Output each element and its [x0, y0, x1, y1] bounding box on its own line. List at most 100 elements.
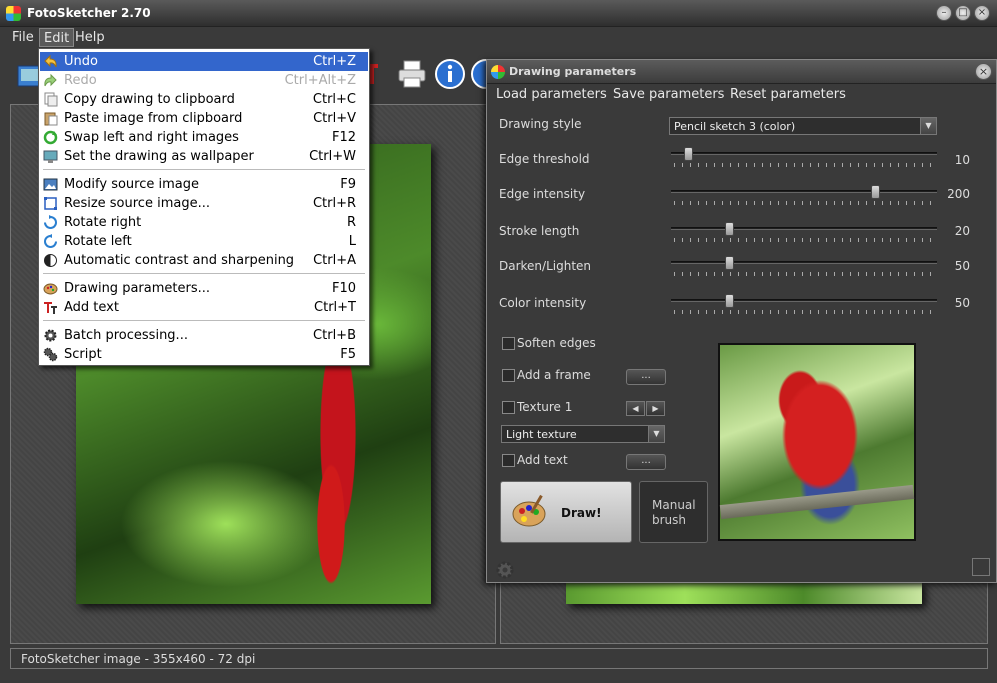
- undo-icon: [44, 54, 57, 68]
- slider-thumb[interactable]: [725, 256, 734, 270]
- slider-thumb[interactable]: [725, 222, 734, 236]
- add-text-label: Add text: [517, 453, 568, 467]
- menu-item-script[interactable]: Script F5: [40, 345, 368, 364]
- settings-gear-icon[interactable]: [495, 560, 515, 580]
- drawing-style-select[interactable]: Pencil sketch 3 (color) ▼: [669, 117, 937, 135]
- app-logo-icon: [6, 6, 21, 21]
- manual-brush-label: Manual brush: [652, 498, 696, 527]
- add-text-checkbox[interactable]: [502, 454, 515, 467]
- menu-separator: [43, 273, 365, 274]
- minimize-button[interactable]: –: [936, 5, 952, 21]
- menu-item-modify-source[interactable]: Modify source image F9: [40, 175, 368, 194]
- draw-button-label: Draw!: [561, 506, 602, 520]
- swap-icon: [43, 130, 58, 145]
- menu-separator: [43, 169, 365, 170]
- add-frame-label: Add a frame: [517, 368, 591, 382]
- edge-intensity-slider[interactable]: [671, 185, 937, 207]
- menu-edit[interactable]: Edit: [39, 28, 75, 47]
- texture-prev-button[interactable]: ◀: [626, 401, 645, 416]
- palette-icon: [512, 494, 546, 527]
- texture-select[interactable]: Light texture ▼: [501, 425, 665, 443]
- drawing-style-label: Drawing style: [499, 117, 582, 131]
- rotate-left-icon: [44, 234, 57, 248]
- darken-lighten-slider[interactable]: [671, 256, 937, 278]
- texture-label: Texture 1: [517, 400, 573, 414]
- text-icon: [44, 302, 57, 314]
- drawing-preview-image: [718, 343, 916, 541]
- redo-icon: [44, 73, 57, 87]
- dialog-title-bar[interactable]: Drawing parameters ×: [487, 60, 996, 84]
- menu-item-set-wallpaper[interactable]: Set the drawing as wallpaper Ctrl+W: [40, 147, 368, 166]
- slider-thumb[interactable]: [871, 185, 880, 199]
- edge-intensity-value: 200: [947, 187, 970, 201]
- menu-item-undo[interactable]: Undo Ctrl+Z: [40, 52, 368, 71]
- rotate-right-icon: [44, 215, 57, 229]
- copy-icon: [44, 92, 58, 107]
- chevron-down-icon[interactable]: ▼: [648, 425, 665, 443]
- menu-item-swap-images[interactable]: Swap left and right images F12: [40, 128, 368, 147]
- frame-options-button[interactable]: ...: [626, 369, 666, 385]
- menu-separator: [43, 320, 365, 321]
- preview-branch: [719, 484, 915, 520]
- title-bar: FotoSketcher 2.70 – □ ×: [0, 0, 997, 27]
- status-text: FotoSketcher image - 355x460 - 72 dpi: [21, 652, 256, 666]
- color-intensity-value: 50: [954, 296, 970, 310]
- wallpaper-icon: [43, 150, 58, 163]
- info-icon[interactable]: [434, 58, 466, 90]
- reset-parameters-menu[interactable]: Reset parameters: [730, 87, 846, 102]
- drawing-image: [566, 580, 922, 604]
- resize-icon: [44, 197, 57, 210]
- text-options-button[interactable]: ...: [626, 454, 666, 470]
- stroke-length-label: Stroke length: [499, 224, 580, 238]
- darken-lighten-value: 50: [954, 259, 970, 273]
- menu-item-add-text[interactable]: Add text Ctrl+T: [40, 298, 368, 317]
- palette-icon: [43, 283, 58, 295]
- close-button[interactable]: ×: [974, 5, 990, 21]
- slider-thumb[interactable]: [725, 294, 734, 308]
- texture-checkbox[interactable]: [502, 401, 515, 414]
- dialog-close-button[interactable]: ×: [975, 63, 992, 80]
- edge-threshold-slider[interactable]: [671, 147, 937, 169]
- menu-item-resize-source[interactable]: Resize source image... Ctrl+R: [40, 194, 368, 213]
- dialog-logo-icon: [491, 65, 505, 79]
- draw-button[interactable]: Draw!: [500, 481, 632, 543]
- soften-edges-label: Soften edges: [517, 336, 596, 350]
- edit-menu-dropdown: Undo Ctrl+Z Redo Ctrl+Alt+Z Copy drawing…: [38, 48, 370, 366]
- manual-brush-button[interactable]: Manual brush: [639, 481, 708, 543]
- status-bar: FotoSketcher image - 355x460 - 72 dpi: [10, 648, 988, 669]
- menu-help[interactable]: Help: [71, 28, 109, 47]
- slider-thumb[interactable]: [684, 147, 693, 161]
- modify-image-icon: [43, 178, 58, 191]
- menu-item-rotate-left[interactable]: Rotate left L: [40, 232, 368, 251]
- menu-item-paste-image[interactable]: Paste image from clipboard Ctrl+V: [40, 109, 368, 128]
- menu-item-drawing-parameters[interactable]: Drawing parameters... F10: [40, 279, 368, 298]
- resize-handle-icon[interactable]: [972, 558, 990, 576]
- print-icon[interactable]: [396, 58, 428, 90]
- stroke-length-slider[interactable]: [671, 222, 937, 244]
- batch-gear-icon: [44, 329, 57, 342]
- darken-lighten-label: Darken/Lighten: [499, 259, 592, 273]
- save-parameters-menu[interactable]: Save parameters: [613, 87, 724, 102]
- chevron-down-icon[interactable]: ▼: [920, 117, 937, 135]
- soften-edges-checkbox[interactable]: [502, 337, 515, 350]
- menu-item-auto-contrast[interactable]: Automatic contrast and sharpening Ctrl+A: [40, 251, 368, 270]
- menu-bar: File Edit Help: [0, 27, 997, 48]
- color-intensity-slider[interactable]: [671, 294, 937, 316]
- dialog-title: Drawing parameters: [509, 65, 637, 78]
- texture-next-button[interactable]: ▶: [646, 401, 665, 416]
- menu-item-rotate-right[interactable]: Rotate right R: [40, 213, 368, 232]
- load-parameters-menu[interactable]: Load parameters: [496, 87, 607, 102]
- maximize-button[interactable]: □: [955, 5, 971, 21]
- edge-threshold-label: Edge threshold: [499, 152, 590, 166]
- menu-item-redo[interactable]: Redo Ctrl+Alt+Z: [40, 71, 368, 90]
- contrast-icon: [44, 254, 57, 267]
- menu-file[interactable]: File: [8, 28, 38, 47]
- drawing-parameters-dialog: Drawing parameters × Load parameters Sav…: [486, 59, 997, 583]
- paste-icon: [44, 112, 58, 126]
- menu-item-batch-processing[interactable]: Batch processing... Ctrl+B: [40, 326, 368, 345]
- add-frame-checkbox[interactable]: [502, 369, 515, 382]
- window-title: FotoSketcher 2.70: [27, 6, 151, 20]
- menu-item-copy-drawing[interactable]: Copy drawing to clipboard Ctrl+C: [40, 90, 368, 109]
- script-gear-icon: [43, 347, 58, 362]
- stroke-length-value: 20: [954, 224, 970, 238]
